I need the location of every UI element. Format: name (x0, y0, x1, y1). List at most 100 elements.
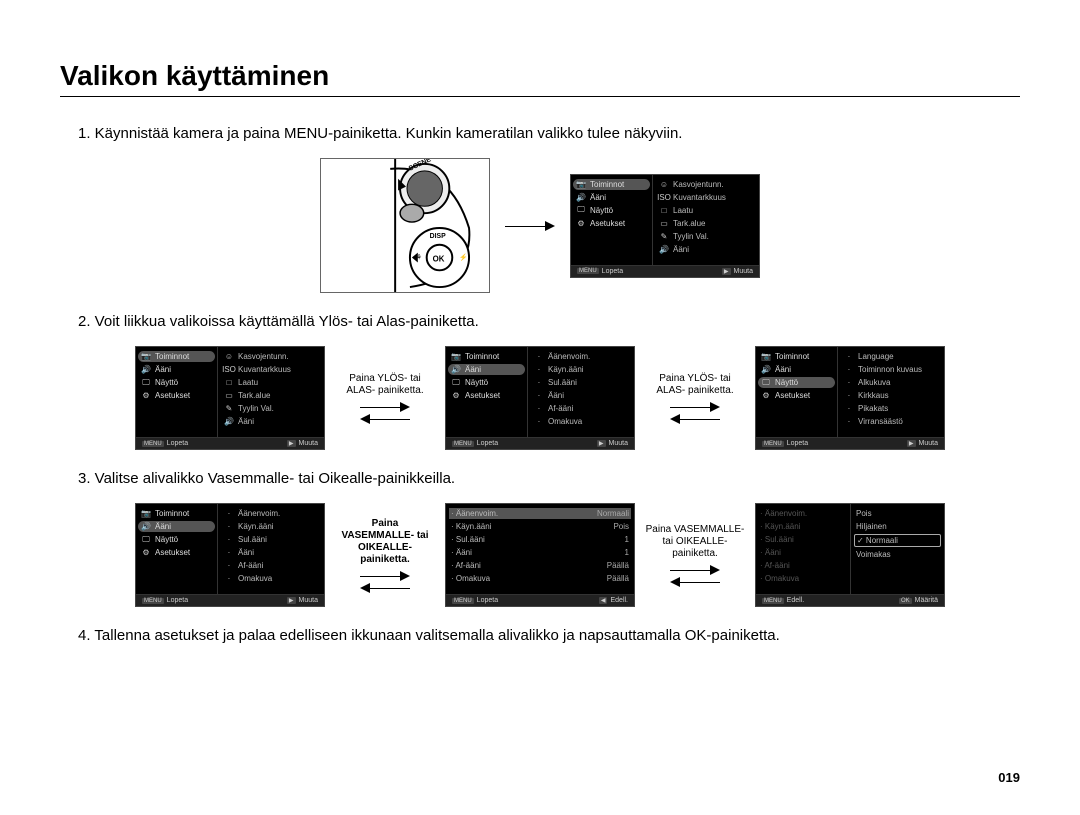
submenu-icon: · (533, 378, 545, 387)
submenu-item[interactable]: 🔊Ääni (656, 244, 756, 255)
submenu-item[interactable]: ·Language (841, 351, 941, 362)
submenu-item[interactable]: ·Käyn.ääni (531, 364, 631, 375)
menu-item[interactable]: 📷Toiminnot (138, 508, 215, 519)
submenu-icon: · (223, 509, 235, 518)
option-value[interactable]: Pois (854, 508, 941, 519)
menu-icon: ⚙ (761, 391, 771, 400)
setting-value: Päällä (607, 574, 629, 583)
submenu-label: Tyylin Val. (238, 404, 274, 413)
submenu-item[interactable]: ·Käyn.ääni (221, 521, 321, 532)
menu-icon: 📷 (761, 352, 771, 361)
setting-row[interactable]: · Af-ääniPäällä (449, 560, 631, 571)
menu-item[interactable]: 📷Toiminnot (573, 179, 650, 190)
setting-row[interactable]: · Ääni1 (449, 547, 631, 558)
submenu-label: Tark.alue (238, 391, 270, 400)
menu-label: Ääni (775, 365, 791, 374)
arrow-group-2: Paina YLÖS- tai ALAS- painiketta. (645, 373, 745, 424)
row-1: SCENE OK DISP ⚘ ⚡ 📷Toiminnot🔊Ääni🖵Näyttö… (60, 158, 1020, 293)
menu-item[interactable]: 🔊Ääni (448, 364, 525, 375)
submenu-item[interactable]: ISOKuvantarkkuus (221, 364, 321, 375)
submenu-item[interactable]: ·Sul.ääni (531, 377, 631, 388)
menu-icon: 🖵 (576, 206, 586, 215)
setting-value: 1 (625, 535, 629, 544)
menu-item[interactable]: 🖵Näyttö (448, 377, 525, 388)
menu-label: Ääni (155, 522, 171, 531)
submenu-item[interactable]: □Laatu (656, 205, 756, 216)
setting-label: · Af-ääni (451, 561, 481, 570)
menu-icon: ⚙ (576, 219, 586, 228)
submenu-item[interactable]: ✎Tyylin Val. (221, 403, 321, 414)
submenu-item[interactable]: ·Sul.ääni (221, 534, 321, 545)
step-2: 2. Voit liikkua valikoissa käyttämällä Y… (78, 311, 1020, 332)
submenu-label: Omakuva (548, 417, 582, 426)
setting-row[interactable]: · Äänenvoim.Normaali (449, 508, 631, 519)
menu-item[interactable]: 🖵Näyttö (758, 377, 835, 388)
menu-item[interactable]: 🔊Ääni (573, 192, 650, 203)
setting-row[interactable]: · Käyn.ääniPois (449, 521, 631, 532)
submenu-label: Sul.ääni (548, 378, 577, 387)
submenu-item[interactable]: ✎Tyylin Val. (656, 231, 756, 242)
menu-item[interactable]: 🖵 Näyttö (138, 377, 215, 388)
menu-item[interactable]: 🖵Näyttö (573, 205, 650, 216)
option-value[interactable]: ✓ Normaali (854, 534, 941, 547)
setting-label: · Sul.ääni (451, 535, 485, 544)
menu-label: Näyttö (155, 378, 178, 387)
menu-icon: 🖵 (141, 378, 151, 387)
setting-row[interactable]: · Sul.ääni 1 (449, 534, 631, 545)
menu-item[interactable]: 📷 Toiminnot (758, 351, 835, 362)
submenu-item[interactable]: ISOKuvantarkkuus (656, 192, 756, 203)
menu-item[interactable]: ⚙Asetukset (573, 218, 650, 229)
setting-row-dim: · Ääni (758, 547, 848, 558)
setting-row-dim: · Käyn.ääni (758, 521, 848, 532)
submenu-item[interactable]: ·Alkukuva (841, 377, 941, 388)
submenu-item[interactable]: ·Pikakats (841, 403, 941, 414)
setting-row[interactable]: · OmakuvaPäällä (449, 573, 631, 584)
submenu-item[interactable]: ▭Tark.alue (221, 390, 321, 401)
menu-item[interactable]: ⚙Asetukset (448, 390, 525, 401)
submenu-icon: · (533, 365, 545, 374)
menu-icon: 📷 (451, 352, 461, 361)
submenu-item[interactable]: ▭Tark.alue (656, 218, 756, 229)
svg-text:⚘: ⚘ (416, 253, 422, 261)
submenu-icon: · (533, 404, 545, 413)
submenu-item[interactable]: ☺Kasvojentunn. (656, 179, 756, 190)
submenu-item[interactable]: ·Af-ääni (531, 403, 631, 414)
submenu-icon: · (843, 404, 855, 413)
menu-item[interactable]: 📷Toiminnot (448, 351, 525, 362)
menu-item[interactable]: ⚙Asetukset (758, 390, 835, 401)
submenu-item[interactable]: □Laatu (221, 377, 321, 388)
submenu-label: Ääni (238, 417, 254, 426)
submenu-item[interactable]: ·Kirkkaus (841, 390, 941, 401)
submenu-label: Pikakats (858, 404, 888, 413)
arrow-left-icon (665, 577, 725, 587)
submenu-item[interactable]: ·Äänenvoim. (531, 351, 631, 362)
submenu-icon: · (843, 365, 855, 374)
submenu-item[interactable]: ·Ääni (531, 390, 631, 401)
menu-item[interactable]: ⚙Asetukset (138, 547, 215, 558)
menu-label: Toiminnot (775, 352, 809, 361)
menu-item[interactable]: 🔊 Ääni (758, 364, 835, 375)
submenu-item[interactable]: ·Omakuva (221, 573, 321, 584)
submenu-item[interactable]: ·Toiminnon kuvaus (841, 364, 941, 375)
submenu-item[interactable]: ·Virransäästö (841, 416, 941, 427)
submenu-icon: 🔊 (658, 245, 670, 254)
menu-item[interactable]: 🔊Ääni (138, 364, 215, 375)
submenu-item[interactable]: ·Äänenvoim. (221, 508, 321, 519)
menu-item[interactable]: 📷Toiminnot (138, 351, 215, 362)
option-value[interactable]: Voimakas (854, 549, 941, 560)
menu-item[interactable]: ⚙Asetukset (138, 390, 215, 401)
menu-label: Asetukset (155, 548, 190, 557)
option-value[interactable]: Hiljainen (854, 521, 941, 532)
submenu-item[interactable]: 🔊Ääni (221, 416, 321, 427)
step-1: 1. Käynnistää kamera ja paina MENU-paini… (78, 123, 1020, 144)
setting-row-dim: · Af-ääni (758, 560, 848, 571)
submenu-item[interactable]: ·Ääni (221, 547, 321, 558)
submenu-item[interactable]: ·Omakuva (531, 416, 631, 427)
submenu-label: Laatu (238, 378, 258, 387)
menu-item[interactable]: 🔊Ääni (138, 521, 215, 532)
menu-item[interactable]: 🖵Näyttö (138, 534, 215, 545)
menu-screen-3c: · Äänenvoim.· Käyn.ääni· Sul.ääni· Ääni·… (755, 503, 945, 607)
menu-icon: 🔊 (761, 365, 771, 374)
submenu-item[interactable]: ☺Kasvojentunn. (221, 351, 321, 362)
submenu-item[interactable]: ·Af-ääni (221, 560, 321, 571)
